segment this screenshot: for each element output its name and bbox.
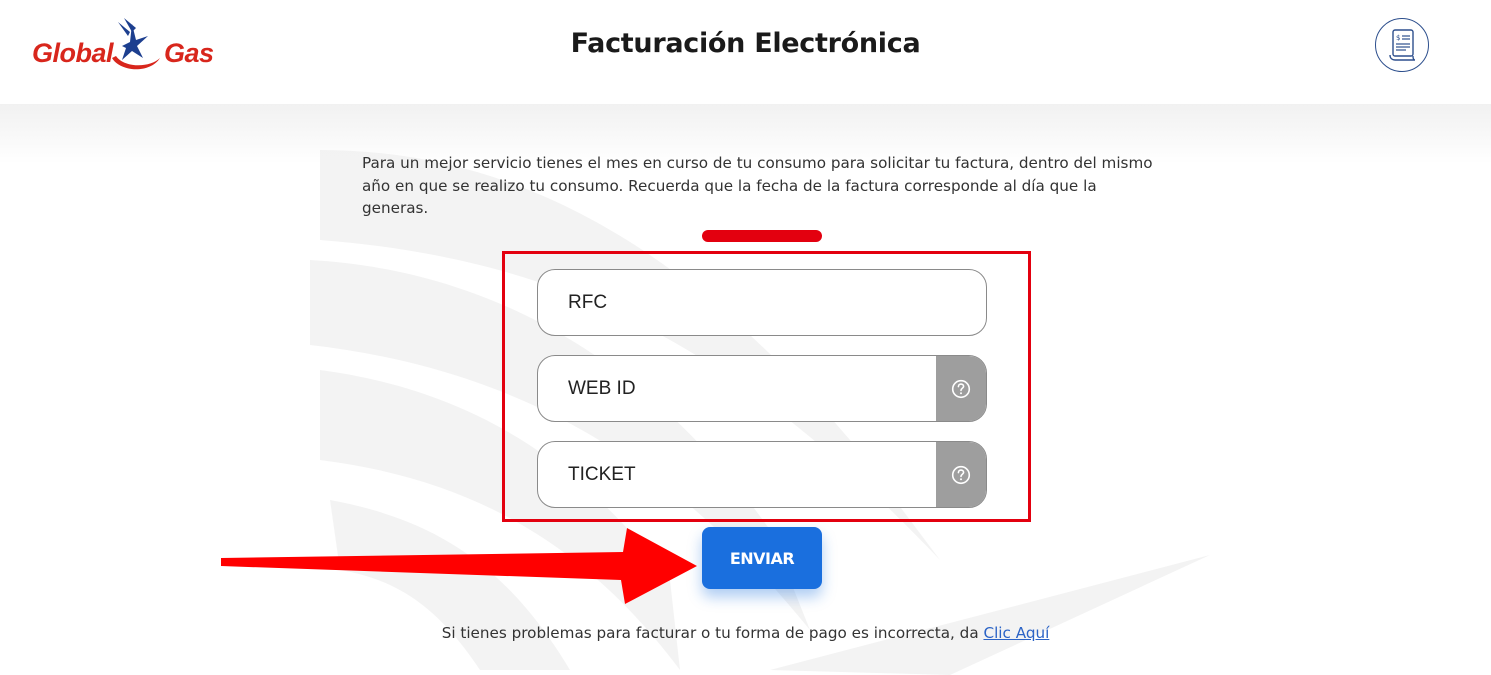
click-here-link[interactable]: Clic Aquí <box>983 624 1049 642</box>
ticket-input[interactable] <box>538 442 938 507</box>
svg-text:$: $ <box>1396 34 1400 42</box>
footer-help-text: Si tienes problemas para facturar o tu f… <box>441 624 979 642</box>
invoice-history-button[interactable]: $ <box>1375 18 1429 72</box>
header: Global Gas Facturación Electrónica $ <box>0 0 1491 104</box>
ticket-help-button[interactable] <box>936 442 986 507</box>
rfc-input[interactable] <box>538 270 986 335</box>
footer-text: Si tienes problemas para facturar o tu f… <box>0 624 1491 642</box>
intro-text: Para un mejor servicio tienes el mes en … <box>362 154 1153 217</box>
receipt-icon: $ <box>1389 29 1416 61</box>
web-id-help-button[interactable] <box>936 356 986 421</box>
question-circle-icon <box>951 465 971 485</box>
invoice-page: Global Gas Facturación Electrónica $ Par… <box>0 0 1491 675</box>
rfc-field <box>537 269 987 336</box>
ticket-field <box>537 441 987 508</box>
page-title: Facturación Electrónica <box>570 28 921 59</box>
submit-button[interactable]: ENVIAR <box>702 527 822 589</box>
annotation-arrow-icon <box>221 528 697 604</box>
web-id-input[interactable] <box>538 356 938 421</box>
question-circle-icon <box>951 379 971 399</box>
annotation-dash <box>702 230 822 242</box>
web-id-field <box>537 355 987 422</box>
